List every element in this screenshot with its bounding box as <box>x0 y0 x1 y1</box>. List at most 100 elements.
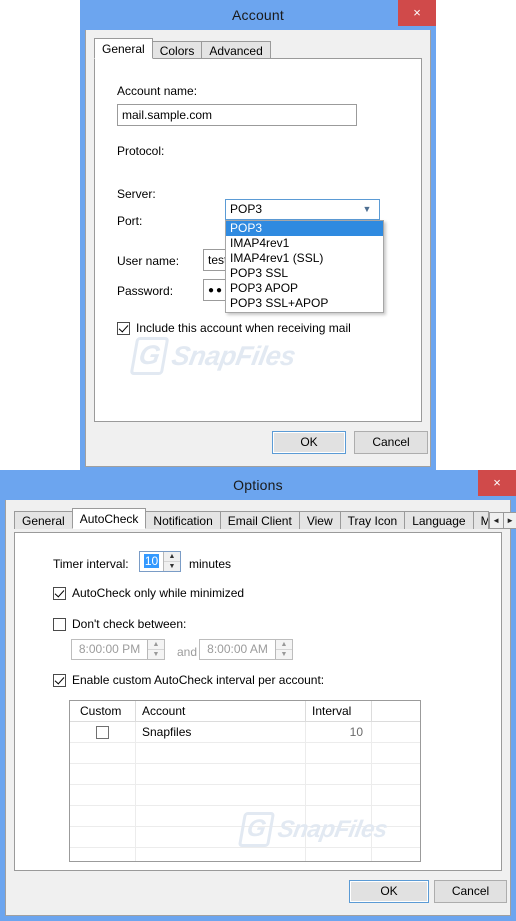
watermark-badge: G <box>129 337 170 375</box>
account-tabstrip: General Colors Advanced <box>94 38 430 59</box>
spin-up-icon[interactable]: ▲ <box>276 640 292 650</box>
column-header-custom[interactable]: Custom <box>70 701 136 721</box>
tab-colors[interactable]: Colors <box>151 41 203 59</box>
custom-interval-checkbox[interactable] <box>53 673 66 687</box>
tab-email-client[interactable]: Email Client <box>219 511 300 529</box>
table-header-row: Custom Account Interval <box>70 701 420 722</box>
tab-scroll-left-icon[interactable]: ◄ <box>488 512 504 529</box>
dont-check-between-row[interactable]: Don't check between: <box>53 617 186 631</box>
timer-interval-label: Timer interval: <box>53 557 129 571</box>
spin-up-icon[interactable]: ▲ <box>164 552 180 562</box>
empty-cell <box>136 743 306 763</box>
protocol-option-pop3-apop[interactable]: POP3 APOP <box>226 281 383 296</box>
empty-cell <box>372 743 420 763</box>
table-row-empty[interactable] <box>70 806 420 827</box>
empty-cell <box>306 764 372 784</box>
password-label: Password: <box>117 284 174 298</box>
table-row-empty[interactable] <box>70 764 420 785</box>
username-label: User name: <box>117 254 180 268</box>
empty-cell <box>372 764 420 784</box>
time-to-value[interactable]: 8:00:00 AM <box>200 640 275 659</box>
spin-down-icon[interactable]: ▼ <box>148 650 164 659</box>
table-row[interactable]: Snapfiles 10 <box>70 722 420 743</box>
empty-cell <box>306 785 372 805</box>
close-icon[interactable]: × <box>478 470 516 496</box>
spin-up-icon[interactable]: ▲ <box>148 640 164 650</box>
timer-interval-spin-buttons[interactable]: ▲ ▼ <box>163 552 180 571</box>
column-header-interval[interactable]: Interval <box>306 701 372 721</box>
column-header-spacer <box>372 701 420 721</box>
empty-cell <box>70 764 136 784</box>
time-from-stepper[interactable]: 8:00:00 PM ▲ ▼ <box>71 639 165 660</box>
empty-cell <box>136 785 306 805</box>
table-row-empty[interactable] <box>70 827 420 848</box>
account-name-label: Account name: <box>117 84 198 98</box>
include-account-checkbox-row[interactable]: Include this account when receiving mail <box>117 321 351 335</box>
row-custom-checkbox[interactable] <box>96 725 109 739</box>
timer-interval-value[interactable]: 10 <box>140 552 163 571</box>
protocol-option-pop3[interactable]: POP3 <box>226 221 383 236</box>
tab-mouse-actions[interactable]: Mouse A <box>472 511 489 529</box>
accounts-interval-table[interactable]: Custom Account Interval Snapfiles 10 <box>69 700 421 862</box>
tab-general[interactable]: General <box>94 38 153 59</box>
options-cancel-button[interactable]: Cancel <box>434 880 507 903</box>
port-label: Port: <box>117 214 143 228</box>
empty-cell <box>372 848 420 861</box>
protocol-dropdown-list[interactable]: POP3 IMAP4rev1 IMAP4rev1 (SSL) POP3 SSL … <box>225 220 384 313</box>
account-titlebar: Account × <box>80 0 436 30</box>
empty-cell <box>306 743 372 763</box>
server-label: Server: <box>117 187 156 201</box>
table-row-empty[interactable] <box>70 848 420 861</box>
row-account-cell: Snapfiles <box>136 722 306 742</box>
empty-cell <box>372 827 420 847</box>
time-to-spin-buttons[interactable]: ▲ ▼ <box>275 640 292 659</box>
options-ok-button[interactable]: OK <box>349 880 429 903</box>
empty-cell <box>372 806 420 826</box>
time-from-spin-buttons[interactable]: ▲ ▼ <box>147 640 164 659</box>
account-ok-button[interactable]: OK <box>272 431 346 454</box>
spin-down-icon[interactable]: ▼ <box>164 562 180 571</box>
table-row-empty[interactable] <box>70 743 420 764</box>
protocol-combobox[interactable]: POP3 ▼ <box>225 199 380 220</box>
autocheck-minimized-checkbox[interactable] <box>53 586 66 600</box>
tab-view[interactable]: View <box>298 511 341 529</box>
protocol-option-pop3-ssl[interactable]: POP3 SSL <box>226 266 383 281</box>
account-dialog-client: General Colors Advanced Account name: ma… <box>85 30 431 467</box>
tab-advanced[interactable]: Advanced <box>201 41 271 59</box>
tab-notification[interactable]: Notification <box>145 511 221 529</box>
timer-interval-stepper[interactable]: 10 ▲ ▼ <box>139 551 181 572</box>
empty-cell <box>136 827 306 847</box>
protocol-option-imap4rev1-ssl[interactable]: IMAP4rev1 (SSL) <box>226 251 383 266</box>
tab-language[interactable]: Language <box>404 511 474 529</box>
timer-interval-value-text: 10 <box>143 554 160 568</box>
include-account-checkbox[interactable] <box>117 321 130 335</box>
protocol-option-imap4rev1[interactable]: IMAP4rev1 <box>226 236 383 251</box>
close-icon[interactable]: × <box>398 0 436 26</box>
protocol-option-pop3-ssl-apop[interactable]: POP3 SSL+APOP <box>226 296 383 311</box>
empty-cell <box>70 785 136 805</box>
include-account-label: Include this account when receiving mail <box>136 321 351 335</box>
account-cancel-button[interactable]: Cancel <box>354 431 428 454</box>
options-tabstrip: General AutoCheck Notification Email Cli… <box>14 508 516 529</box>
time-from-value[interactable]: 8:00:00 PM <box>72 640 147 659</box>
tab-tray-icon[interactable]: Tray Icon <box>339 511 406 529</box>
custom-interval-label: Enable custom AutoCheck interval per acc… <box>72 673 325 687</box>
account-name-input[interactable]: mail.sample.com <box>117 104 357 126</box>
empty-cell <box>306 848 372 861</box>
options-titlebar: Options × <box>0 470 516 500</box>
tab-scroll-buttons: ◄ ► <box>488 512 516 529</box>
table-row-empty[interactable] <box>70 785 420 806</box>
row-custom-cell[interactable] <box>70 722 136 742</box>
column-header-account[interactable]: Account <box>136 701 306 721</box>
row-spacer-cell <box>372 722 420 742</box>
empty-cell <box>372 785 420 805</box>
autocheck-minimized-row[interactable]: AutoCheck only while minimized <box>53 586 244 600</box>
custom-interval-row[interactable]: Enable custom AutoCheck interval per acc… <box>53 673 324 687</box>
chevron-down-icon[interactable]: ▼ <box>359 200 375 219</box>
tab-scroll-right-icon[interactable]: ► <box>502 512 516 529</box>
dont-check-between-checkbox[interactable] <box>53 617 66 631</box>
spin-down-icon[interactable]: ▼ <box>276 650 292 659</box>
time-to-stepper[interactable]: 8:00:00 AM ▲ ▼ <box>199 639 293 660</box>
tab-general[interactable]: General <box>14 511 73 529</box>
tab-autocheck[interactable]: AutoCheck <box>71 508 147 529</box>
